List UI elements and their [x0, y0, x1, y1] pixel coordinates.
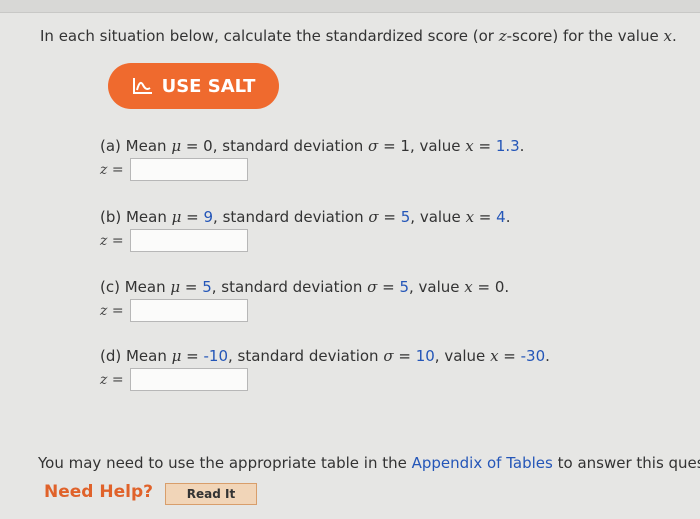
end-period: .: [545, 347, 550, 365]
answer-input-d[interactable]: [130, 368, 248, 391]
footer-text: You may need to use the appropriate tabl…: [38, 454, 412, 472]
equals: =: [181, 347, 204, 365]
sd-text: , standard deviation: [211, 278, 368, 296]
value-text: , value: [409, 137, 466, 155]
sigma-symbol: σ: [368, 208, 379, 226]
x-value: 4: [496, 208, 506, 226]
value-text: , value: [434, 347, 491, 365]
question-d: (d) Mean μ = -10, standard deviation σ =…: [100, 347, 550, 365]
instructions-text-2: -score) for the value: [506, 27, 664, 45]
x-value: -30: [520, 347, 546, 365]
x-value: 0: [494, 278, 505, 296]
answer-input-b[interactable]: [130, 229, 248, 252]
sigma-symbol: σ: [383, 347, 394, 365]
value-text: , value: [410, 208, 466, 226]
mu-symbol: μ: [171, 347, 182, 365]
question-prefix: (a) Mean: [100, 137, 172, 155]
end-period: .: [504, 278, 510, 296]
need-help-label: Need Help?: [44, 482, 153, 502]
equals: =: [181, 137, 204, 155]
mean-value: 0: [203, 137, 213, 155]
read-it-button[interactable]: Read It: [165, 483, 257, 505]
x-symbol: x: [663, 27, 672, 45]
mu-symbol: μ: [171, 137, 182, 155]
x-value: 1.3: [495, 137, 520, 155]
sd-value: 10: [415, 347, 435, 365]
x-symbol: x: [465, 208, 475, 226]
end-period: .: [519, 137, 525, 155]
mean-value: 9: [203, 208, 214, 226]
question-prefix: (b) Mean: [100, 208, 172, 226]
equals: =: [180, 278, 203, 296]
use-salt-label: USE SALT: [161, 75, 256, 97]
salt-chart-icon: [132, 78, 152, 94]
z-symbol: z: [498, 27, 507, 45]
x-symbol: x: [464, 278, 473, 296]
z-label: z =: [100, 162, 124, 178]
question-c: (c) Mean μ = 5, standard deviation σ = 5…: [100, 278, 510, 296]
mu-symbol: μ: [170, 278, 181, 296]
equals: =: [181, 208, 204, 226]
sd-value: 5: [399, 278, 409, 296]
question-prefix: (c) Mean: [100, 278, 171, 296]
instructions-text: In each situation below, calculate the s…: [40, 27, 499, 45]
mu-symbol: μ: [171, 208, 182, 226]
sd-text: , standard deviation: [213, 208, 369, 226]
answer-input-a[interactable]: [130, 158, 248, 181]
z-label: z =: [100, 233, 124, 249]
sd-text: , standard deviation: [212, 137, 369, 155]
question-a: (a) Mean μ = 0, standard deviation σ = 1…: [100, 137, 525, 155]
instructions: In each situation below, calculate the s…: [40, 27, 677, 45]
sd-value: 5: [400, 208, 411, 226]
footer-text-2: to answer this ques: [552, 454, 700, 472]
mean-value: 5: [202, 278, 212, 296]
x-symbol: x: [490, 347, 499, 365]
end-period: .: [505, 208, 511, 226]
answer-input-c[interactable]: [130, 299, 248, 322]
use-salt-button[interactable]: USE SALT: [108, 63, 279, 109]
sigma-symbol: σ: [367, 278, 378, 296]
question-prefix: (d) Mean: [100, 347, 172, 365]
z-label: z =: [100, 303, 124, 319]
appendix-link[interactable]: Appendix of Tables: [412, 454, 553, 472]
value-text: , value: [409, 278, 465, 296]
top-border: [0, 0, 700, 13]
question-b: (b) Mean μ = 9, standard deviation σ = 5…: [100, 208, 511, 226]
sd-text: , standard deviation: [228, 347, 384, 365]
instructions-period: .: [671, 27, 677, 45]
z-label: z =: [100, 372, 124, 388]
sd-value: 1: [400, 137, 410, 155]
appendix-note: You may need to use the appropriate tabl…: [38, 454, 700, 472]
mean-value: -10: [203, 347, 229, 365]
x-symbol: x: [465, 137, 474, 155]
sigma-symbol: σ: [368, 137, 379, 155]
